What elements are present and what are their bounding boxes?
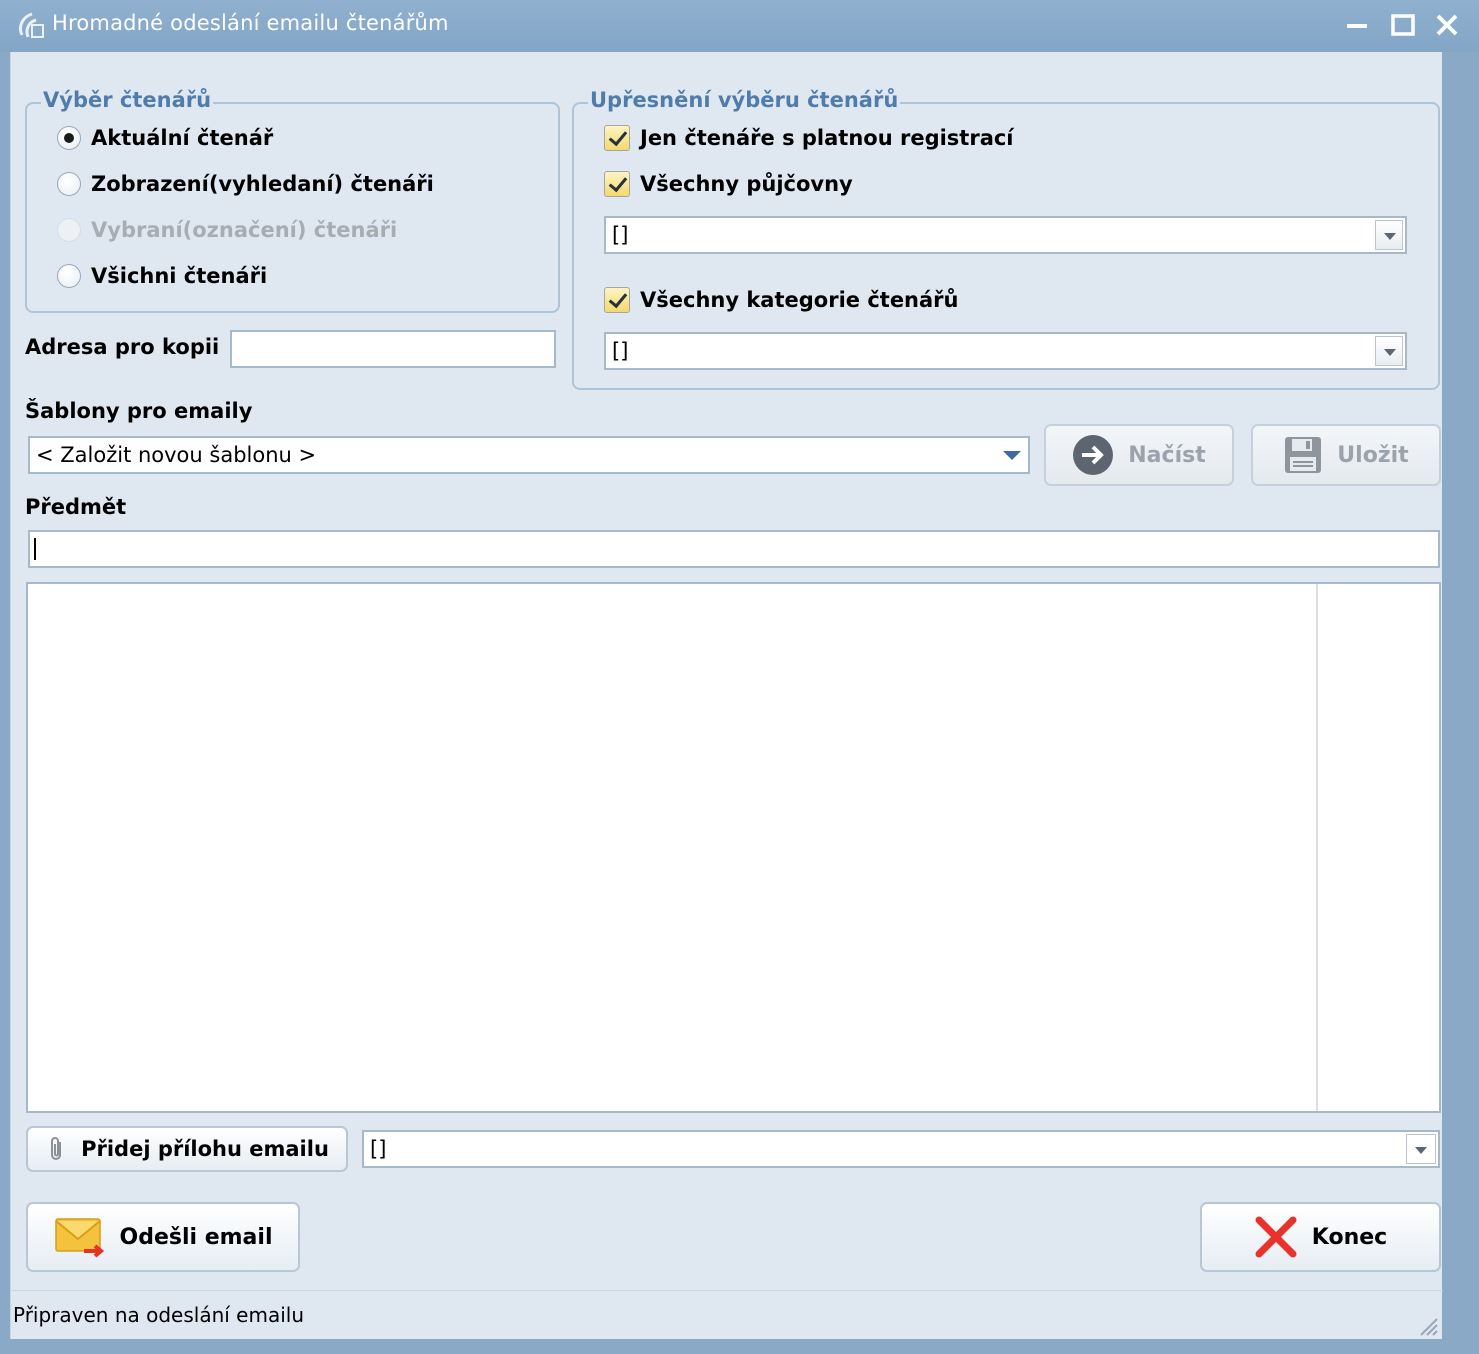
status-bar: Připraven na odeslání emailu (11, 1290, 1443, 1339)
window-title: Hromadné odeslání emailu čtenářům (52, 11, 449, 35)
checkbox[interactable] (604, 287, 630, 313)
chevron-down-icon[interactable] (1375, 336, 1403, 366)
load-template-button[interactable]: Načíst (1044, 424, 1234, 486)
chevron-down-icon[interactable] (1375, 220, 1403, 250)
status-text: Připraven na odeslání emailu (13, 1303, 305, 1327)
radio-button (57, 218, 81, 242)
checkbox-all-categories[interactable]: Všechny kategorie čtenářů (604, 287, 959, 313)
main-window: Hromadné odeslání emailu čtenářům Výběr … (0, 0, 1479, 1354)
add-attachment-button[interactable]: Přidej přílohu emailu (26, 1126, 348, 1172)
checkbox-label: Všechny půjčovny (640, 172, 853, 196)
radio-label: Všichni čtenáři (91, 264, 268, 288)
floppy-disk-icon (1285, 437, 1322, 473)
categories-combo[interactable]: [] (604, 332, 1407, 370)
categories-value: [] (612, 339, 629, 363)
copy-address-input[interactable] (230, 330, 556, 368)
radio-label: Aktuální čtenář (91, 126, 274, 150)
radio-label: Zobrazení(vyhledaní) čtenáři (91, 172, 434, 196)
attachment-combo[interactable]: [] (362, 1130, 1440, 1168)
subject-input[interactable] (28, 530, 1440, 568)
close-window-icon[interactable] (1430, 8, 1464, 42)
templates-selected: < Založit novou šablonu > (36, 443, 317, 467)
templates-combo[interactable]: < Založit novou šablonu > (28, 436, 1030, 474)
checkbox-all-branches[interactable]: Všechny půjčovny (604, 171, 853, 197)
checkbox-label: Všechny kategorie čtenářů (640, 288, 959, 312)
editor-divider (1316, 584, 1318, 1111)
close-icon (1255, 1216, 1297, 1258)
add-attachment-label: Přidej přílohu emailu (81, 1137, 329, 1161)
branches-combo[interactable]: [] (604, 216, 1407, 254)
app-logo-icon (18, 12, 44, 38)
templates-label: Šablony pro emaily (25, 399, 253, 423)
refinement-title: Upřesnění výběru čtenářů (588, 88, 901, 112)
copy-address-label: Adresa pro kopii (25, 335, 220, 359)
subject-label: Předmět (25, 495, 127, 519)
reader-selection-group: Výběr čtenářů Aktuální čtenář Zobrazení(… (25, 88, 560, 313)
minimize-icon[interactable] (1340, 8, 1374, 42)
dialog-body: Výběr čtenářů Aktuální čtenář Zobrazení(… (10, 52, 1443, 1339)
attachment-value: [] (370, 1137, 387, 1161)
chevron-down-icon[interactable] (998, 440, 1026, 470)
send-mail-icon (54, 1218, 104, 1258)
checkbox-valid-registration[interactable]: Jen čtenáře s platnou registrací (604, 125, 1014, 151)
refinement-group: Upřesnění výběru čtenářů Jen čtenáře s p… (572, 88, 1440, 390)
paperclip-icon (51, 1137, 62, 1160)
maximize-icon[interactable] (1386, 8, 1420, 42)
radio-button[interactable] (57, 264, 81, 288)
text-caret (34, 538, 36, 560)
radio-button[interactable] (57, 126, 81, 150)
reader-selection-title: Výběr čtenářů (41, 88, 214, 112)
close-dialog-button[interactable]: Konec (1200, 1202, 1441, 1272)
title-bar[interactable]: Hromadné odeslání emailu čtenářům (0, 0, 1479, 52)
radio-button[interactable] (57, 172, 81, 196)
save-template-button[interactable]: Uložit (1251, 424, 1441, 486)
email-body-editor[interactable] (26, 582, 1441, 1113)
close-dialog-label: Konec (1311, 1224, 1388, 1250)
resize-grip-icon[interactable] (1417, 1315, 1439, 1337)
checkbox[interactable] (604, 125, 630, 151)
radio-displayed-readers[interactable]: Zobrazení(vyhledaní) čtenáři (57, 172, 434, 196)
radio-current-reader[interactable]: Aktuální čtenář (57, 126, 273, 150)
arrow-right-circle-icon (1073, 435, 1114, 475)
branches-value: [] (612, 223, 629, 247)
load-template-label: Načíst (1128, 442, 1206, 468)
chevron-down-icon[interactable] (1406, 1134, 1436, 1164)
send-email-label: Odešli email (119, 1224, 273, 1250)
checkbox-label: Jen čtenáře s platnou registrací (640, 126, 1014, 150)
radio-label: Vybraní(označení) čtenáři (91, 218, 398, 242)
radio-all-readers[interactable]: Všichni čtenáři (57, 264, 267, 288)
checkbox[interactable] (604, 171, 630, 197)
save-template-label: Uložit (1337, 442, 1409, 468)
radio-selected-readers: Vybraní(označení) čtenáři (57, 218, 397, 242)
send-email-button[interactable]: Odešli email (26, 1202, 300, 1272)
